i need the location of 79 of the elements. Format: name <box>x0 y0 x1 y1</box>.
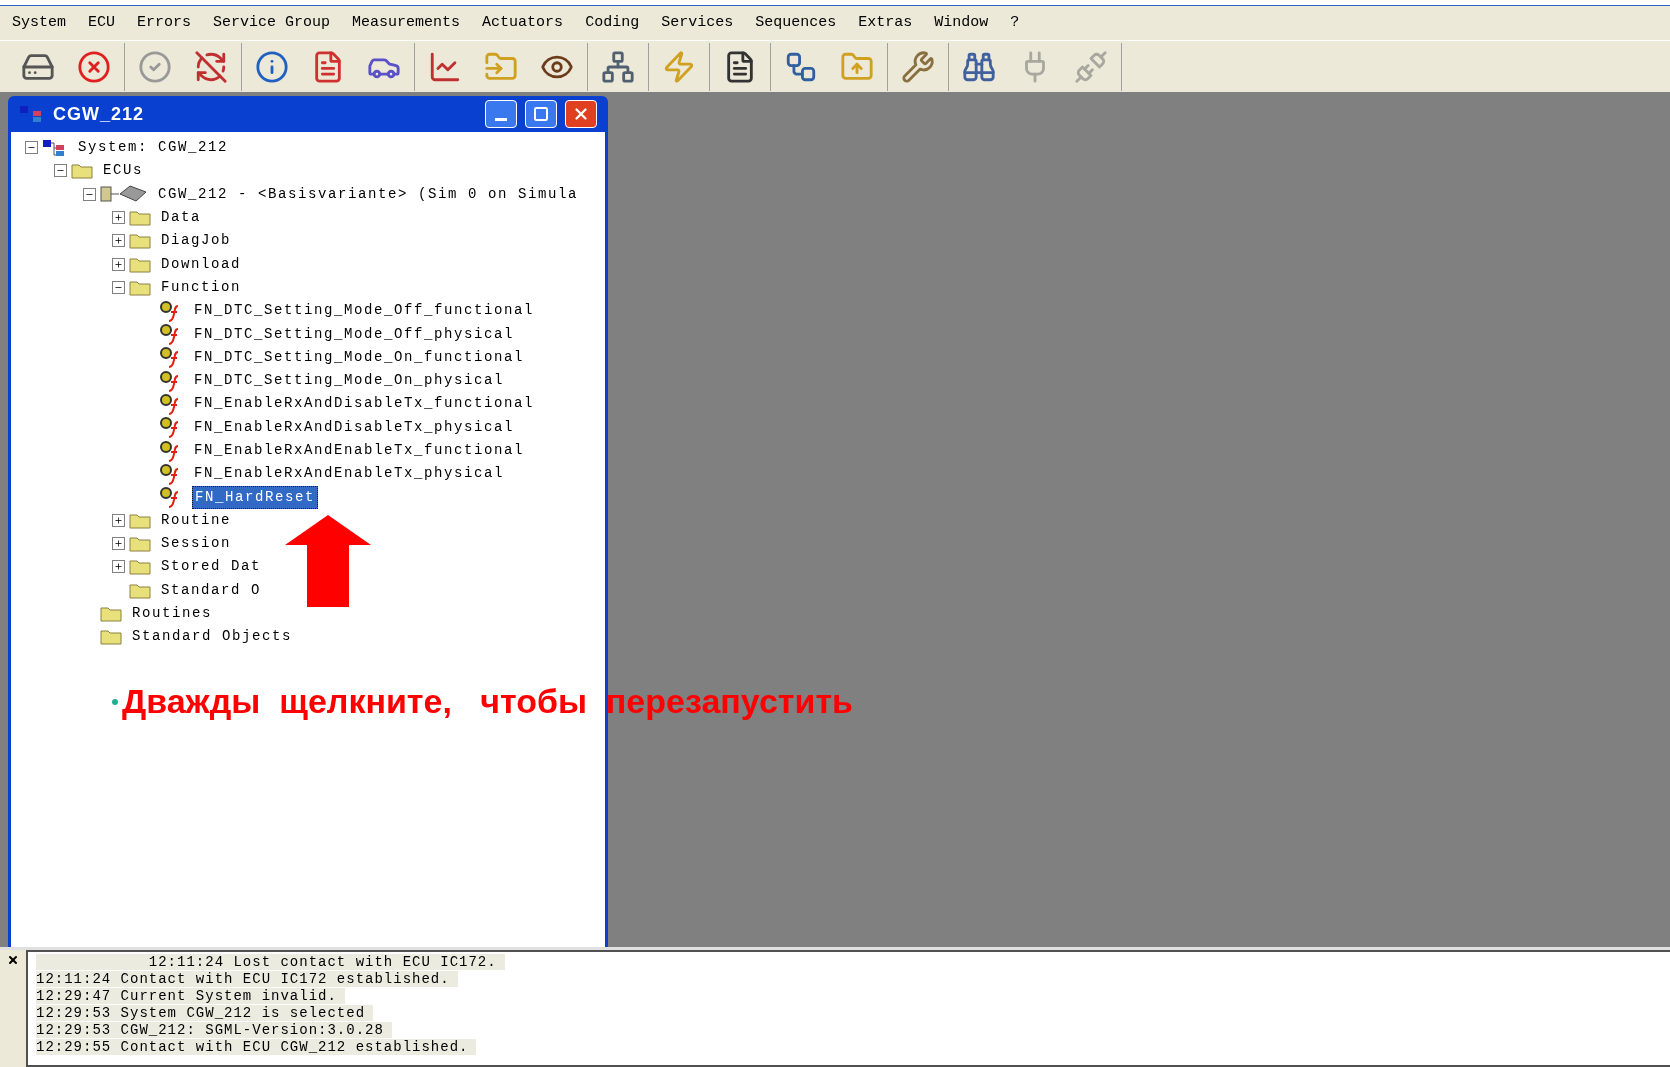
tree-diagram-icon <box>601 49 635 84</box>
menu-item[interactable]: System <box>12 11 66 35</box>
tree-item[interactable]: CGW_212 - <Basisvariante> (Sim 0 on Simula <box>156 183 581 205</box>
expand-toggle[interactable] <box>112 211 125 225</box>
folder-icon <box>100 605 122 623</box>
expand-toggle[interactable] <box>112 257 125 271</box>
folder-icon <box>100 628 122 646</box>
tree-item[interactable]: ECUs <box>101 160 145 182</box>
menu-item[interactable]: Errors <box>137 11 192 35</box>
tree-item[interactable]: Session <box>159 533 233 555</box>
expand-toggle[interactable] <box>112 234 125 248</box>
menu-item[interactable]: Actuators <box>482 11 564 35</box>
folder-icon <box>129 511 151 529</box>
plus-icon <box>114 213 123 223</box>
menu-item[interactable]: Measurements <box>352 11 461 35</box>
close-icon <box>572 105 590 123</box>
folder-icon <box>129 535 151 553</box>
folder-icon <box>129 255 151 273</box>
unplug-icon <box>1074 49 1108 84</box>
expand-toggle[interactable] <box>112 560 125 574</box>
plus-icon <box>114 259 123 269</box>
collapse-toggle[interactable] <box>83 187 96 201</box>
plus-icon <box>114 562 123 572</box>
tree-item[interactable]: FN_EnableRxAndEnableTx_functional <box>192 440 527 461</box>
menu-item[interactable]: Window <box>934 11 989 35</box>
tree-item[interactable]: FN_DTC_Setting_Mode_Off_physical <box>192 323 517 345</box>
tree-item[interactable]: Standard Objects <box>130 626 295 648</box>
menu-item[interactable]: Service Group <box>213 11 331 35</box>
plus-icon <box>114 539 123 549</box>
close-button[interactable] <box>565 100 597 128</box>
tree-item[interactable]: Data <box>159 207 203 229</box>
tree-item[interactable]: FN_DTC_Setting_Mode_On_physical <box>192 370 507 392</box>
collapse-toggle[interactable] <box>54 164 67 178</box>
tree-item[interactable]: Stored Dat <box>159 556 263 578</box>
maximize-icon <box>533 106 549 122</box>
plus-icon <box>114 236 123 246</box>
menu-item[interactable]: Coding <box>585 11 640 35</box>
menu-item[interactable]: ECU <box>88 11 116 35</box>
menu-item[interactable]: Services <box>661 11 734 35</box>
menu-item[interactable]: ? <box>1010 11 1020 35</box>
folder-icon <box>129 581 151 599</box>
lightning-icon <box>662 49 696 84</box>
expand-toggle[interactable] <box>112 513 125 527</box>
collapse-toggle[interactable] <box>25 141 38 155</box>
tree-item[interactable]: Standard O <box>159 579 263 601</box>
tree-item[interactable]: FN_EnableRxAndDisableTx_physical <box>192 416 517 438</box>
menu-item[interactable]: Extras <box>858 11 913 35</box>
tree-item[interactable]: FN_EnableRxAndEnableTx_physical <box>192 463 507 485</box>
tree-item[interactable]: FN_DTC_Setting_Mode_Off_functional <box>192 300 537 322</box>
minimize-icon <box>495 118 507 121</box>
tree-item[interactable]: Routines <box>130 603 214 625</box>
tree-item[interactable]: FN_EnableRxAndDisableTx_functional <box>192 393 537 415</box>
tree-item[interactable]: System: CGW_212 <box>76 137 231 159</box>
minimize-button[interactable] <box>485 100 517 128</box>
cancel-icon <box>77 49 111 84</box>
tree-item[interactable]: Function <box>159 276 243 298</box>
collapse-toggle[interactable] <box>112 280 125 294</box>
folder-icon <box>129 209 151 227</box>
window-title: CGW_212 <box>53 102 145 126</box>
ecu-connector-icon <box>100 184 148 205</box>
folder-icon <box>129 278 151 296</box>
plus-icon <box>114 515 123 525</box>
refresh-off-icon <box>194 49 228 84</box>
folder-icon <box>129 558 151 576</box>
info-icon <box>255 49 289 84</box>
tree-item[interactable]: DiagJob <box>159 230 233 252</box>
tree-item[interactable]: Routine <box>159 509 233 531</box>
folder-icon <box>71 162 93 180</box>
tree-item[interactable]: Download <box>159 253 243 275</box>
close-icon[interactable] <box>7 954 19 966</box>
tree-item[interactable]: FN_HardReset <box>192 485 319 509</box>
expand-toggle[interactable] <box>112 537 125 551</box>
wrench-icon <box>901 49 935 84</box>
tree-item[interactable]: FN_DTC_Setting_Mode_On_functional <box>192 346 527 368</box>
annotation-text: Дважды щелкните, чтобы перезапустить <box>122 681 853 722</box>
maximize-button[interactable] <box>525 100 557 128</box>
folder-icon <box>129 232 151 250</box>
menu-item[interactable]: Sequences <box>755 11 837 35</box>
check-circle-icon <box>138 49 172 84</box>
